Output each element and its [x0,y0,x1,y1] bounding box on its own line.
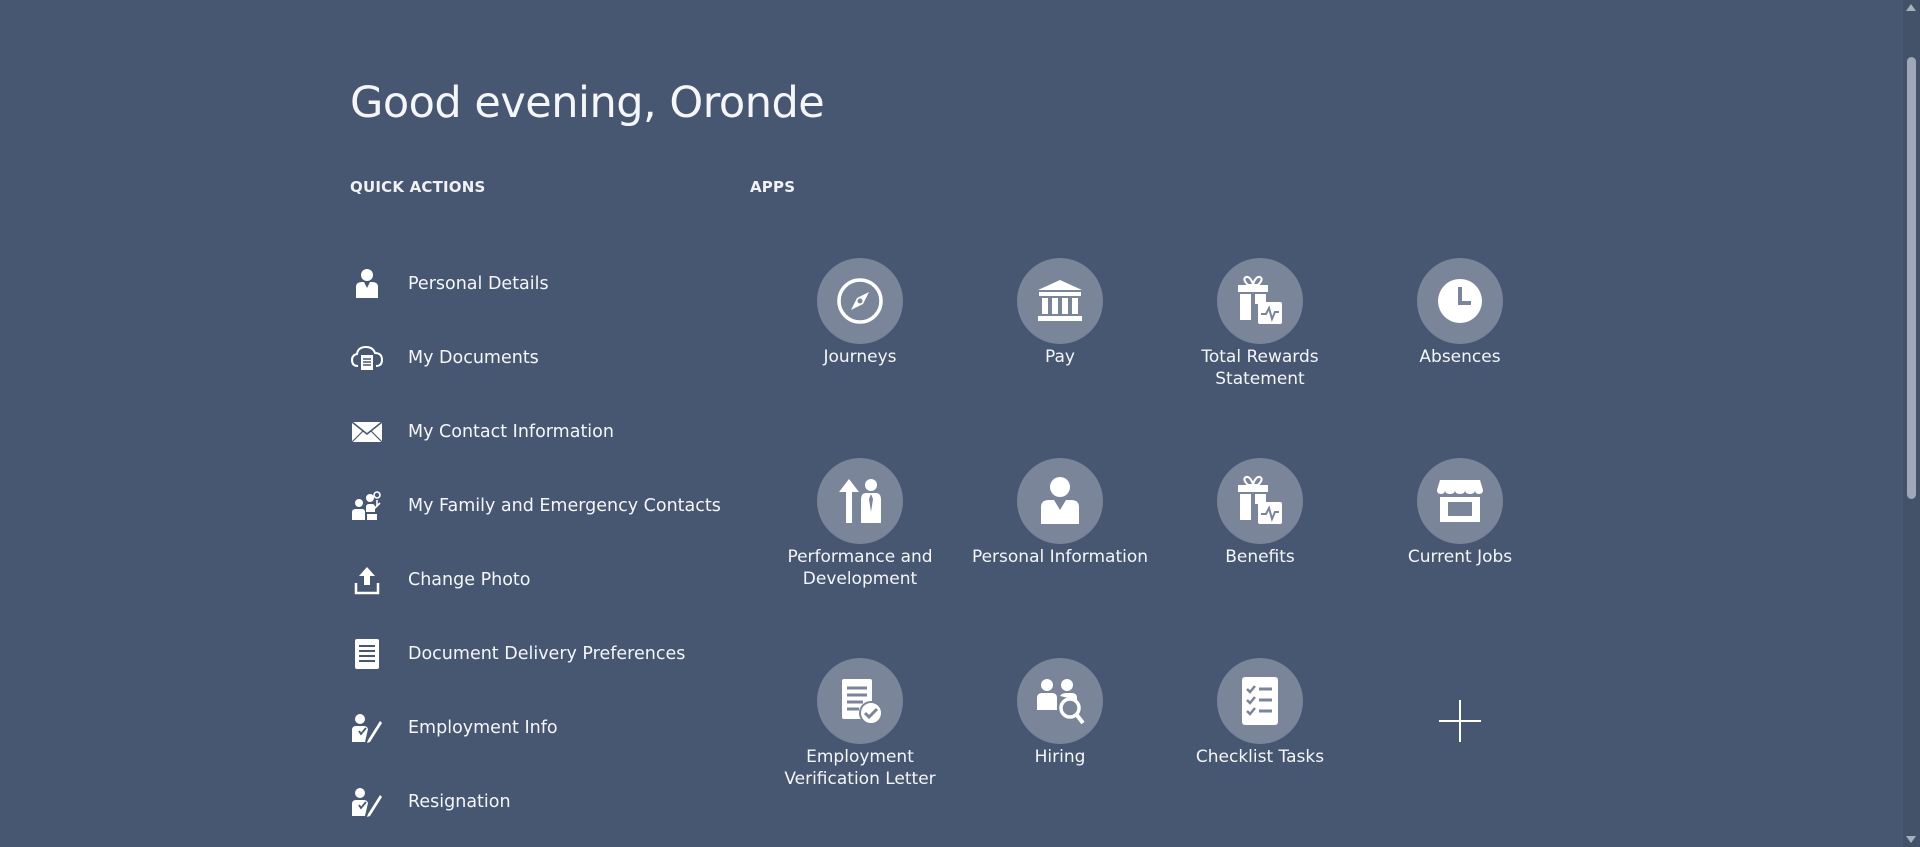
app-label: Current Jobs [1407,547,1513,567]
people-search-icon [1017,658,1103,744]
gift-chart-icon [1217,258,1303,344]
person-edit-icon [350,785,384,819]
document-icon [350,637,384,671]
app-label: Employment Verification Letter [784,747,936,789]
quick-action-employment-info[interactable]: Employment Info [350,691,721,765]
document-check-icon [817,658,903,744]
checklist-icon [1217,658,1303,744]
quick-action-family-emergency-contacts[interactable]: My Family and Emergency Contacts [350,469,721,543]
vertical-scrollbar[interactable] [1903,0,1920,847]
home-page: Good evening, Oronde QUICK ACTIONS APPS … [0,0,1920,847]
quick-action-my-documents[interactable]: My Documents [350,321,721,395]
app-label: Benefits [1225,547,1295,567]
app-performance-development[interactable]: Performance and Development [760,458,960,658]
app-label: Journeys [823,347,897,367]
quick-action-resignation[interactable]: Resignation [350,765,721,839]
store-icon [1417,458,1503,544]
growth-person-icon [817,458,903,544]
compass-icon [817,258,903,344]
gift-chart-icon [1217,458,1303,544]
quick-action-label: Resignation [408,792,511,812]
quick-action-personal-details[interactable]: Personal Details [350,247,721,321]
upload-icon [350,563,384,597]
envelope-icon [350,415,384,449]
app-employment-verification-letter[interactable]: Employment Verification Letter [760,658,960,847]
quick-action-label: My Family and Emergency Contacts [408,496,721,516]
scroll-up-arrow-icon[interactable] [1906,4,1916,11]
quick-action-label: My Documents [408,348,539,368]
quick-action-label: Document Delivery Preferences [408,644,686,664]
scroll-down-arrow-icon[interactable] [1906,836,1916,843]
bank-icon [1017,258,1103,344]
quick-action-my-contact-information[interactable]: My Contact Information [350,395,721,469]
app-personal-information[interactable]: Personal Information [960,458,1160,658]
quick-action-document-delivery-preferences[interactable]: Document Delivery Preferences [350,617,721,691]
person-icon [350,267,384,301]
app-checklist-tasks[interactable]: Checklist Tasks [1160,658,1360,847]
quick-actions-list: Personal Details My Documents My Contact… [350,247,721,839]
quick-action-label: Employment Info [408,718,558,738]
cloud-document-icon [350,341,384,375]
app-label: Checklist Tasks [1195,747,1325,767]
app-journeys[interactable]: Journeys [760,258,960,458]
app-label: Total Rewards Statement [1201,347,1319,389]
plus-icon[interactable] [1417,678,1503,764]
app-label: Personal Information [971,547,1149,567]
family-icon [350,489,384,523]
app-pay[interactable]: Pay [960,258,1160,458]
greeting-title: Good evening, Oronde [350,78,825,128]
app-hiring[interactable]: Hiring [960,658,1160,847]
app-benefits[interactable]: Benefits [1160,458,1360,658]
person-icon [1017,458,1103,544]
app-current-jobs[interactable]: Current Jobs [1360,458,1560,658]
app-label: Pay [1045,347,1075,367]
clock-icon [1417,258,1503,344]
app-label: Performance and Development [787,547,933,589]
quick-action-label: Change Photo [408,570,531,590]
scrollbar-thumb[interactable] [1907,57,1916,499]
app-absences[interactable]: Absences [1360,258,1560,458]
quick-actions-heading: QUICK ACTIONS [350,178,486,196]
app-label: Absences [1419,347,1501,367]
person-edit-icon [350,711,384,745]
quick-action-label: Personal Details [408,274,549,294]
app-total-rewards-statement[interactable]: Total Rewards Statement [1160,258,1360,458]
app-label: Hiring [1034,747,1086,767]
quick-action-change-photo[interactable]: Change Photo [350,543,721,617]
quick-action-label: My Contact Information [408,422,614,442]
apps-heading: APPS [750,178,796,196]
app-tile-add [1360,658,1560,847]
apps-grid: Journeys Pay Total Rewards Statement Abs… [760,258,1560,847]
